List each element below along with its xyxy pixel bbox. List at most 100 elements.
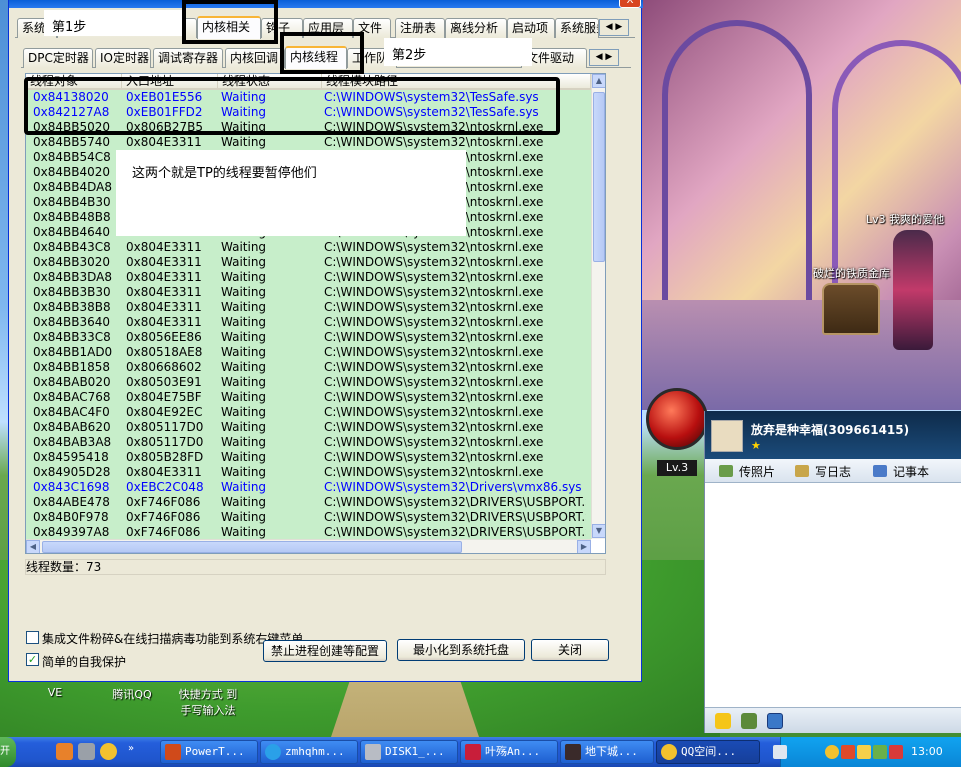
- cell-thread-state: Waiting: [221, 375, 267, 389]
- table-row[interactable]: 0x84ABE478 0xF746F086 Waiting C:\WINDOWS\sy…: [26, 495, 591, 510]
- vertical-scroll-thumb[interactable]: [593, 92, 605, 262]
- quicklaunch-expand-icon[interactable]: »: [128, 743, 134, 754]
- cell-module-path: C:\WINDOWS\system32\ntoskrnl.exe: [324, 330, 544, 344]
- cell-thread-state: Waiting: [221, 450, 267, 464]
- game-character[interactable]: [893, 230, 933, 350]
- tab-services[interactable]: 系统服务: [555, 18, 599, 38]
- cell-thread-object: 0x84BB3640: [33, 315, 111, 329]
- table-row[interactable]: 0x84BB3020 0x804E3311 Waiting C:\WINDOWS\sy…: [26, 255, 591, 270]
- table-row[interactable]: 0x84BB1AD0 0x80518AE8 Waiting C:\WINDOWS\sy…: [26, 345, 591, 360]
- tab-debug-registers[interactable]: 调试寄存器: [153, 48, 223, 68]
- annotation-note: 这两个就是TP的线程要暂停他们: [116, 150, 466, 236]
- cell-thread-object: 0x84BB43C8: [33, 240, 111, 254]
- image-icon[interactable]: [741, 713, 757, 729]
- table-row[interactable]: 0x84BB43C8 0x804E3311 Waiting C:\WINDOWS\sy…: [26, 240, 591, 255]
- treasure-chest[interactable]: [822, 283, 880, 335]
- cell-module-path: C:\WINDOWS\system32\ntoskrnl.exe: [324, 270, 544, 284]
- keyboard-icon[interactable]: [773, 745, 787, 759]
- tab-io-timer[interactable]: IO定时器: [95, 48, 151, 68]
- cell-thread-state: Waiting: [221, 315, 267, 329]
- cell-thread-object: 0x84BB54C8: [33, 150, 111, 164]
- tab-registry[interactable]: 注册表: [395, 18, 445, 38]
- thread-list[interactable]: 线程对象 入口地址 线程状态 线程模块路径 0x84138020 0xEB01E5…: [25, 73, 606, 554]
- cell-module-path: C:\WINDOWS\system32\ntoskrnl.exe: [324, 240, 544, 254]
- window-titlebar[interactable]: [9, 0, 643, 8]
- tab-write-blog[interactable]: 写日志: [815, 463, 851, 480]
- checkbox-self-protect[interactable]: ✓: [26, 653, 39, 666]
- table-row[interactable]: 0x849397A8 0xF746F086 Waiting C:\WINDOWS\sy…: [26, 525, 591, 540]
- screenshot-icon[interactable]: [767, 713, 783, 729]
- tab-notepad[interactable]: 记事本: [893, 463, 929, 480]
- table-row[interactable]: 0x84BB3640 0x804E3311 Waiting C:\WINDOWS\sy…: [26, 315, 591, 330]
- cell-entry-address: 0x804E92EC: [126, 405, 203, 419]
- cell-module-path: C:\WINDOWS\system32\ntoskrnl.exe: [324, 255, 544, 269]
- cell-module-path: C:\WINDOWS\system32\ntoskrnl.exe: [324, 375, 544, 389]
- notepad-icon: [873, 465, 887, 477]
- table-row[interactable]: 0x84905D28 0x804E3311 Waiting C:\WINDOWS\sy…: [26, 465, 591, 480]
- table-row[interactable]: 0x84BAB020 0x80503E91 Waiting C:\WINDOWS\sy…: [26, 375, 591, 390]
- taskbar-button-zmhqhm[interactable]: zmhqhm...: [260, 740, 358, 764]
- qq-penguin-icon[interactable]: [100, 743, 117, 760]
- tray-icon[interactable]: [889, 745, 903, 759]
- taskbar-button-dnf[interactable]: 地下城...: [560, 740, 654, 764]
- desktop-icon-qq[interactable]: 腾讯QQ: [104, 686, 160, 702]
- tab-upload-photo[interactable]: 传照片: [739, 463, 775, 480]
- blog-icon: [795, 465, 809, 477]
- taskbar-button-yeshang[interactable]: 叶殇An...: [460, 740, 558, 764]
- tab-kernel[interactable]: 内核相关: [197, 16, 261, 39]
- table-row[interactable]: 0x843C1698 0xEBC2C048 Waiting C:\WINDOWS\sy…: [26, 480, 591, 495]
- tab-startup[interactable]: 启动项: [507, 18, 555, 38]
- table-row[interactable]: 0x84BB5740 0x804E3311 Waiting C:\WINDOWS\sy…: [26, 135, 591, 150]
- quicklaunch-icon[interactable]: [78, 743, 95, 760]
- table-row[interactable]: 0x84BB3B30 0x804E3311 Waiting C:\WINDOWS\sy…: [26, 285, 591, 300]
- scroll-up-button[interactable]: ▲: [592, 74, 605, 88]
- tab-scroll-arrows[interactable]: ◀ ▶: [589, 49, 619, 66]
- table-row[interactable]: 0x84BB33C8 0x8056EE86 Waiting C:\WINDOWS\sy…: [26, 330, 591, 345]
- cell-module-path: C:\WINDOWS\system32\ntoskrnl.exe: [324, 285, 544, 299]
- cell-thread-object: 0x84BB4B30: [33, 195, 111, 209]
- tray-icon[interactable]: [873, 745, 887, 759]
- qq-tray-icon[interactable]: [825, 745, 839, 759]
- table-row[interactable]: 0x84BAC4F0 0x804E92EC Waiting C:\WINDOWS\sy…: [26, 405, 591, 420]
- table-row[interactable]: 0x84BB3DA8 0x804E3311 Waiting C:\WINDOWS\sy…: [26, 270, 591, 285]
- horizontal-scroll-thumb[interactable]: [42, 541, 462, 553]
- table-row[interactable]: 0x84BAB3A8 0x805117D0 Waiting C:\WINDOWS\sy…: [26, 435, 591, 450]
- forbid-process-button[interactable]: 禁止进程创建等配置: [263, 640, 387, 662]
- desktop-icon-handwriting[interactable]: 快捷方式 到 手写输入法: [168, 686, 248, 718]
- app-icon: [265, 744, 281, 760]
- table-row[interactable]: 0x84595418 0x805B28FD Waiting C:\WINDOWS\sy…: [26, 450, 591, 465]
- table-row[interactable]: 0x84BB38B8 0x804E3311 Waiting C:\WINDOWS\sy…: [26, 300, 591, 315]
- table-row[interactable]: 0x84BAC768 0x804E75BF Waiting C:\WINDOWS\sy…: [26, 390, 591, 405]
- tab-kernel-callbacks[interactable]: 内核回调: [225, 48, 285, 68]
- tab-dpc-timer[interactable]: DPC定时器: [23, 48, 93, 68]
- window-close-button[interactable]: X: [619, 0, 641, 8]
- tab-kernel-threads[interactable]: 内核线程: [285, 46, 347, 69]
- taskbar-button-powertool[interactable]: PowerT...: [160, 740, 258, 764]
- cell-entry-address: 0x804E75BF: [126, 390, 202, 404]
- start-button[interactable]: 开始: [0, 737, 16, 767]
- taskbar-button-disk1[interactable]: DISK1_...: [360, 740, 458, 764]
- table-row[interactable]: 0x84BB1858 0x80668602 Waiting C:\WINDOWS\sy…: [26, 360, 591, 375]
- cell-entry-address: 0x804E3311: [126, 240, 202, 254]
- cell-thread-object: 0x849397A8: [33, 525, 110, 539]
- scroll-down-button[interactable]: ▼: [592, 524, 605, 538]
- scroll-right-button[interactable]: ▶: [577, 540, 591, 553]
- desktop-icon-ve[interactable]: VE: [40, 686, 70, 699]
- quicklaunch-icon[interactable]: [56, 743, 73, 760]
- table-row[interactable]: 0x84BAB620 0x805117D0 Waiting C:\WINDOWS\sy…: [26, 420, 591, 435]
- tab-scroll-arrows[interactable]: ◀ ▶: [599, 19, 629, 36]
- avatar[interactable]: [711, 420, 743, 452]
- tray-icon[interactable]: [841, 745, 855, 759]
- taskbar-button-qqspace[interactable]: QQ空间...: [656, 740, 760, 764]
- scroll-left-button[interactable]: ◀: [26, 540, 40, 553]
- minimize-to-tray-button[interactable]: 最小化到系统托盘: [397, 639, 525, 661]
- tray-icon[interactable]: [857, 745, 871, 759]
- checkbox-shell-integration[interactable]: [26, 631, 39, 644]
- close-button[interactable]: 关闭: [531, 639, 609, 661]
- horizontal-scrollbar[interactable]: ◀ ▶: [26, 539, 591, 553]
- smiley-icon[interactable]: [715, 713, 731, 729]
- table-row[interactable]: 0x84B0F978 0xF746F086 Waiting C:\WINDOWS\sy…: [26, 510, 591, 525]
- system-tray: 13:00: [773, 737, 961, 767]
- vertical-scrollbar[interactable]: ▲ ▼: [591, 74, 605, 539]
- tab-offline-analysis[interactable]: 离线分析: [445, 18, 507, 38]
